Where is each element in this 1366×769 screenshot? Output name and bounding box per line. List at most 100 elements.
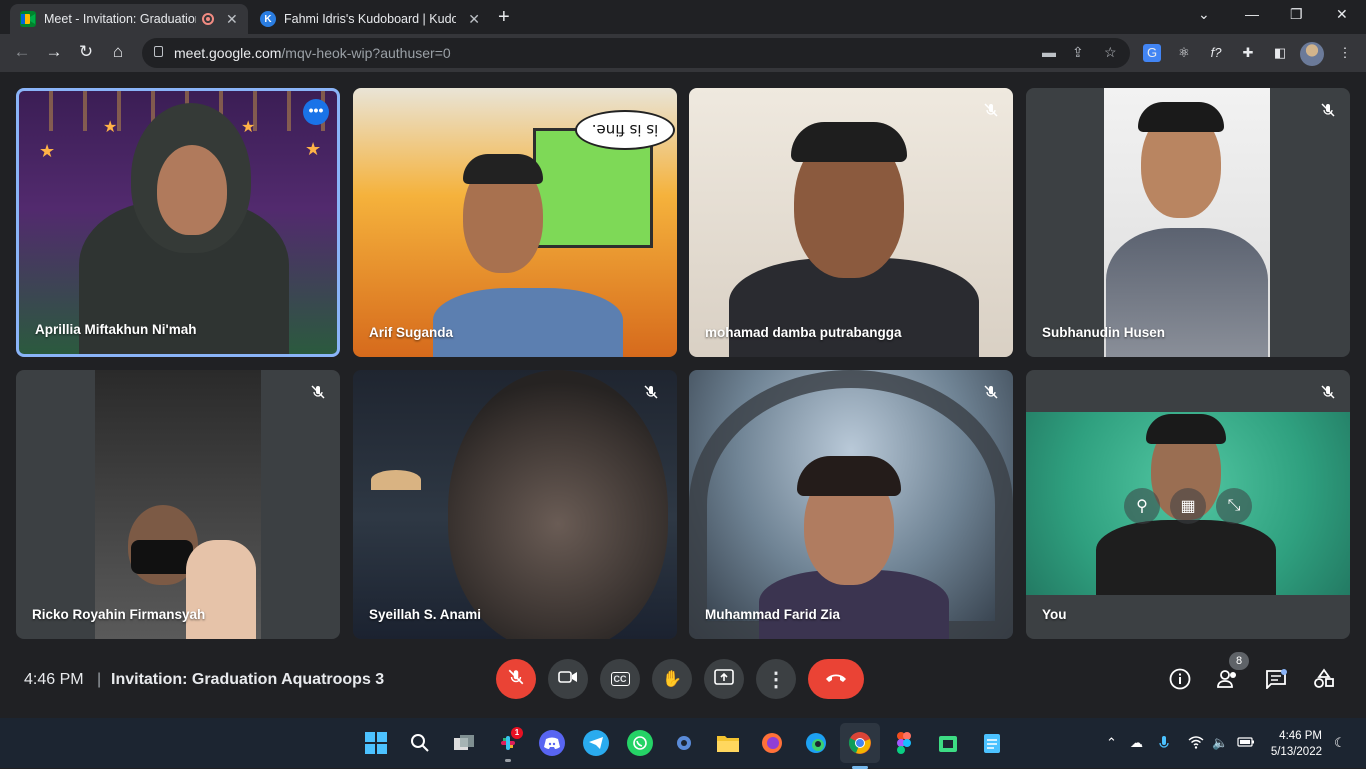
comic-speech-bubble: is is fine. [575,110,675,150]
participant-tile[interactable]: mohamad damba putrabangga [689,88,1013,357]
back-arrow-icon[interactable]: ← [11,42,33,62]
edge-icon[interactable] [803,730,829,756]
hair-shape [1138,102,1224,132]
tab-title: Fahmi Idris's Kudoboard | Kudob [284,12,457,26]
mic-off-icon [507,668,525,691]
figma-icon[interactable] [891,730,917,756]
present-screen-button[interactable] [704,659,744,699]
slack-icon[interactable]: 1 [495,727,523,762]
windows-start-icon[interactable] [363,730,389,756]
meeting-clock: 4:46 PM [24,671,84,688]
share-icon[interactable]: ⇪ [1072,44,1084,61]
participant-tile[interactable]: is is fine. Arif Suganda [353,88,677,357]
wifi-icon[interactable] [1188,735,1204,752]
hair-shape [1146,414,1226,444]
tab-meet[interactable]: Meet - Invitation: Graduation ✕ [10,4,248,34]
translate-extension-icon[interactable]: G [1143,44,1161,62]
search-icon[interactable] [407,730,433,756]
star-decoration-icon: ★ [103,119,118,136]
address-bar[interactable]: meet.google.com/mqv-heok-wip?authuser=0 … [142,38,1130,68]
participant-name: Arif Suganda [369,325,454,340]
close-window-button[interactable]: ✕ [1336,6,1348,23]
meet-icon [20,11,36,27]
telegram-icon[interactable] [583,730,609,756]
participant-tile[interactable]: Ricko Royahin Firmansyah [16,370,340,639]
file-explorer-icon[interactable] [715,730,741,756]
notifications-moon-icon[interactable]: ☾ [1334,735,1346,751]
participant-name: Aprillia Miftakhun Ni'mah [35,322,197,337]
camera-in-use-icon[interactable]: ▬ [1042,44,1056,60]
participant-name: Subhanudin Husen [1042,325,1165,340]
restore-button[interactable]: ❐ [1290,6,1303,23]
star-decoration-icon: ★ [39,141,56,161]
home-icon[interactable]: ⌂ [107,42,129,62]
discord-icon[interactable] [539,730,565,756]
participant-name: Ricko Royahin Firmansyah [32,607,206,622]
remove-from-grid-icon[interactable]: ▦ [1170,488,1206,524]
participant-tile[interactable]: Muhammad Farid Zia [689,370,1013,639]
recording-icon [202,13,214,25]
microphone-icon[interactable] [1158,735,1170,754]
side-panel-icon[interactable]: ◧ [1271,44,1289,62]
close-tab-icon[interactable]: ✕ [226,11,238,28]
mic-off-icon [979,380,1003,404]
system-date: 5/13/2022 [1270,746,1322,758]
person-silhouette [433,288,623,357]
participant-name: You [1042,607,1067,622]
bookmark-star-icon[interactable]: ☆ [1104,44,1117,61]
pin-icon[interactable]: ⚲ [1124,488,1160,524]
react-extension-icon[interactable]: ⚛ [1175,44,1193,62]
minimize-tile-icon[interactable]: ⤡ [1216,488,1252,524]
menu-kebab-icon[interactable]: ⋮ [1336,44,1354,62]
profile-avatar[interactable] [1300,42,1324,66]
tab-bar: Meet - Invitation: Graduation ✕ K Fahmi … [0,0,1366,34]
hang-up-icon [824,670,848,688]
star-decoration-icon: ★ [305,139,322,159]
firefox-icon[interactable] [759,730,785,756]
system-clock[interactable]: 4:46 PM 5/13/2022 [1270,728,1322,760]
participant-tile-self[interactable]: ⚲ ▦ ⤡ You [1026,370,1350,639]
leave-call-button[interactable] [808,659,864,699]
face-shape [157,145,227,235]
closed-captions-icon: CC [610,672,630,686]
participant-tile[interactable]: Subhanudin Husen [1026,88,1350,357]
more-vert-icon: ⋮ [766,668,786,691]
formula-extension-icon[interactable]: f? [1207,44,1225,62]
meeting-details-info-icon[interactable] [1167,666,1193,692]
extensions-puzzle-icon[interactable]: ✚ [1239,44,1257,62]
chevron-up-icon[interactable]: ⌃ [1106,735,1117,751]
mic-off-icon [639,380,663,404]
forward-arrow-icon[interactable]: → [43,42,65,62]
chat-icon[interactable] [1263,666,1289,692]
mask-shape [131,540,193,574]
meeting-title: Invitation: Graduation Aquatroops 3 [111,671,385,688]
more-options-button[interactable]: ••• [303,99,329,125]
chrome-icon[interactable] [840,723,880,769]
raise-hand-button[interactable]: ✋ [652,659,692,699]
settings-gear-icon[interactable] [671,730,697,756]
whatsapp-icon[interactable] [627,730,653,756]
new-tab-button[interactable]: + [498,6,510,29]
participant-tile[interactable]: Syeillah S. Anami [353,370,677,639]
participant-tile[interactable]: ★ ★ ★ ★ ••• Aprillia Miftakhun Ni'mah [16,88,340,357]
task-view-icon[interactable] [451,730,477,756]
android-studio-icon[interactable] [935,730,961,756]
mic-toggle-button[interactable] [496,659,536,699]
windows-taskbar: 1 ⌃ ☁ 🔈 4:46 PM 5/13/2022 ☾ [0,718,1366,769]
camera-toggle-button[interactable] [548,659,588,699]
hand-icon: ✋ [662,671,682,688]
onedrive-cloud-icon[interactable]: ☁ [1130,735,1143,751]
more-options-button[interactable]: ⋮ [756,659,796,699]
person-silhouette [1096,520,1276,595]
close-tab-icon[interactable]: ✕ [468,11,480,28]
minimize-button[interactable]: — [1245,6,1259,22]
volume-icon[interactable]: 🔈 [1212,735,1228,751]
tab-kudoboard[interactable]: K Fahmi Idris's Kudoboard | Kudob ✕ [250,4,490,34]
notepad-icon[interactable] [979,730,1005,756]
captions-button[interactable]: CC [600,659,640,699]
people-icon[interactable] [1215,666,1241,692]
tab-search-icon[interactable]: ⌄ [1198,6,1210,23]
reload-icon[interactable]: ↻ [75,42,97,62]
activities-icon[interactable] [1311,666,1337,692]
battery-icon[interactable] [1237,735,1255,750]
